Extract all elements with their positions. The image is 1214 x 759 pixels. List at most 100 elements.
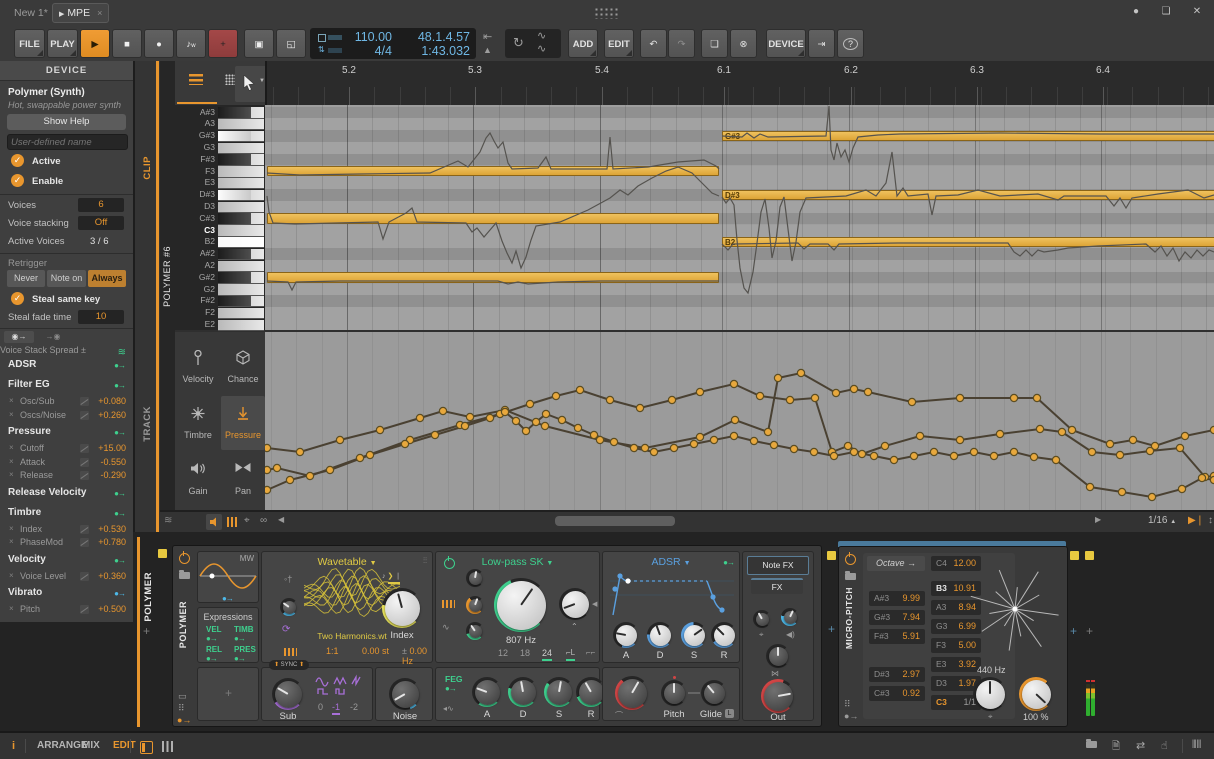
duplicate-button[interactable]: ❏ <box>701 29 728 58</box>
mod-route-icon[interactable]: ●→ <box>114 556 125 565</box>
add-device-button[interactable]: + <box>1070 624 1077 638</box>
micropitch-device[interactable]: MICRO-PITCH ⠿ ●→ Octave → A#39.99G#37.94… <box>838 546 1068 727</box>
mod-curve-icon[interactable] <box>80 538 89 547</box>
piano-key[interactable] <box>218 202 264 214</box>
pressure-point[interactable] <box>1033 394 1040 401</box>
filter-keytrack-knob[interactable] <box>466 596 484 614</box>
modulator-slot[interactable]: + <box>197 667 259 721</box>
pressure-point[interactable] <box>870 452 877 459</box>
piano-key[interactable] <box>218 107 264 119</box>
amp-sustain-knob[interactable] <box>681 622 707 648</box>
pressure-point[interactable] <box>416 414 423 421</box>
view-edit-button[interactable]: EDIT <box>113 740 136 751</box>
mod-amount-value[interactable]: +0.780 <box>98 537 126 547</box>
link-icon[interactable]: ∞ <box>260 515 267 526</box>
time-signature-value[interactable]: 4/4 <box>346 44 392 58</box>
mix-knob[interactable] <box>1019 677 1053 711</box>
remove-icon[interactable]: × <box>9 571 14 580</box>
expression-lane-pan-button[interactable]: Pan <box>221 452 265 506</box>
record-button[interactable]: ● <box>144 29 174 58</box>
remove-icon[interactable]: × <box>9 396 14 405</box>
close-icon[interactable]: × <box>97 8 102 18</box>
filter-cutoff-value[interactable]: 807 Hz <box>506 635 536 646</box>
pressure-point[interactable] <box>296 448 303 455</box>
modwheel-curve[interactable] <box>198 558 258 594</box>
help-button[interactable]: ? <box>837 29 864 58</box>
pressure-point[interactable] <box>610 438 617 445</box>
pressure-point[interactable] <box>1210 426 1214 433</box>
index-knob[interactable] <box>382 588 422 628</box>
mod-curve-icon[interactable] <box>80 525 89 534</box>
remove-icon[interactable]: × <box>9 604 14 613</box>
clip-launcher-button[interactable]: ◱ <box>276 29 306 58</box>
pressure-point[interactable] <box>774 374 781 381</box>
launcher-overdub-button[interactable]: ▣ <box>244 29 274 58</box>
expression-lane-chance-button[interactable]: Chance <box>221 340 265 394</box>
pressure-point[interactable] <box>1036 425 1043 432</box>
note-F3[interactable] <box>267 166 719 177</box>
wavetable-list-icon[interactable]: ⫶⫶ <box>423 556 427 566</box>
pressure-point[interactable] <box>750 437 757 444</box>
pressure-point[interactable] <box>844 442 851 449</box>
piano-key[interactable] <box>218 284 264 296</box>
feg-decay-knob[interactable] <box>508 677 538 707</box>
pressure-point[interactable] <box>265 466 271 473</box>
feg-attack-knob[interactable] <box>472 677 502 707</box>
metronome-icon[interactable]: ▲ <box>483 44 492 56</box>
piano-key[interactable] <box>218 166 264 178</box>
mod-amount-value[interactable]: +0.530 <box>98 524 126 534</box>
pointer-tool-button[interactable]: ▼ <box>235 66 267 102</box>
minimize-icon[interactable]: ● <box>1128 5 1144 19</box>
voice-stacking-value[interactable]: Off <box>78 216 124 230</box>
mod-target-row[interactable]: ×Oscs/Noise+0.260 <box>0 409 133 423</box>
mod-route-icon[interactable]: ●→ <box>114 381 125 390</box>
play-menu-button[interactable]: PLAY <box>47 29 78 58</box>
sub-knob[interactable] <box>272 678 304 710</box>
filter-env-amount-knob[interactable] <box>466 622 484 640</box>
tuning-cell-D#3[interactable]: D#32.97 <box>869 667 925 682</box>
note-fx-slot[interactable]: Note FX <box>747 556 809 575</box>
mod-target-row[interactable]: ×PhaseMod+0.780 <box>0 536 133 550</box>
device-preset-icon[interactable] <box>179 572 190 579</box>
file-icon[interactable]: 🗎 <box>1112 739 1120 756</box>
glide-knob[interactable] <box>701 680 727 706</box>
pressure-point[interactable] <box>1010 394 1017 401</box>
unison-detune-knob[interactable] <box>280 598 298 616</box>
device-handle[interactable] <box>827 551 836 560</box>
mod-target-row[interactable]: ×Osc/Sub+0.080 <box>0 395 133 409</box>
pressure-point[interactable] <box>376 426 383 433</box>
osc-hz[interactable]: ± 0.00 Hz <box>402 646 432 666</box>
lane-label[interactable]: POLYMER #6 <box>162 246 172 307</box>
position-value[interactable]: 48.1.4.57 <box>396 30 470 44</box>
fx-slot[interactable]: FX <box>751 578 803 594</box>
mod-source-row[interactable]: Release Velocity●→ <box>0 484 133 503</box>
slope-18[interactable]: 18 <box>520 648 530 658</box>
horizontal-scrollbar[interactable] <box>555 516 675 526</box>
pressure-point[interactable] <box>1146 447 1153 454</box>
device-name-input[interactable] <box>7 134 128 150</box>
pressure-point[interactable] <box>366 451 373 458</box>
add-device-button[interactable]: + <box>1086 624 1093 638</box>
timeline-ruler[interactable]: 5.25.35.46.16.26.36.4 <box>265 61 1214 105</box>
pressure-point[interactable] <box>1181 432 1188 439</box>
mod-amount-value[interactable]: +0.500 <box>98 604 126 614</box>
note-C#3[interactable] <box>267 213 719 224</box>
fade-out-icon[interactable]: ∿ <box>537 43 546 55</box>
pressure-point[interactable] <box>576 386 583 393</box>
loop-icon[interactable]: ↻ <box>513 37 524 49</box>
piano-key[interactable] <box>218 154 264 166</box>
stop-button[interactable]: ■ <box>112 29 142 58</box>
single-panel-layout-icon[interactable] <box>140 741 153 754</box>
mod-sources-tab[interactable]: ◉→ <box>4 331 34 343</box>
filter-keytrack-icon[interactable] <box>442 600 455 608</box>
pressure-point[interactable] <box>956 394 963 401</box>
device-track-name[interactable]: POLYMER <box>143 572 154 622</box>
pressure-point[interactable] <box>431 431 438 438</box>
file-menu-button[interactable]: FILE <box>14 29 45 58</box>
pressure-point[interactable] <box>770 441 777 448</box>
view-arrange-button[interactable]: ARRANGE <box>37 740 88 751</box>
pressure-point[interactable] <box>731 416 738 423</box>
remote-controls-icon[interactable]: ▭ <box>178 691 187 702</box>
mod-source-row[interactable]: ADSR●→ <box>0 356 133 375</box>
amp-env-mode-select[interactable]: ADSR ▼ <box>603 556 739 568</box>
